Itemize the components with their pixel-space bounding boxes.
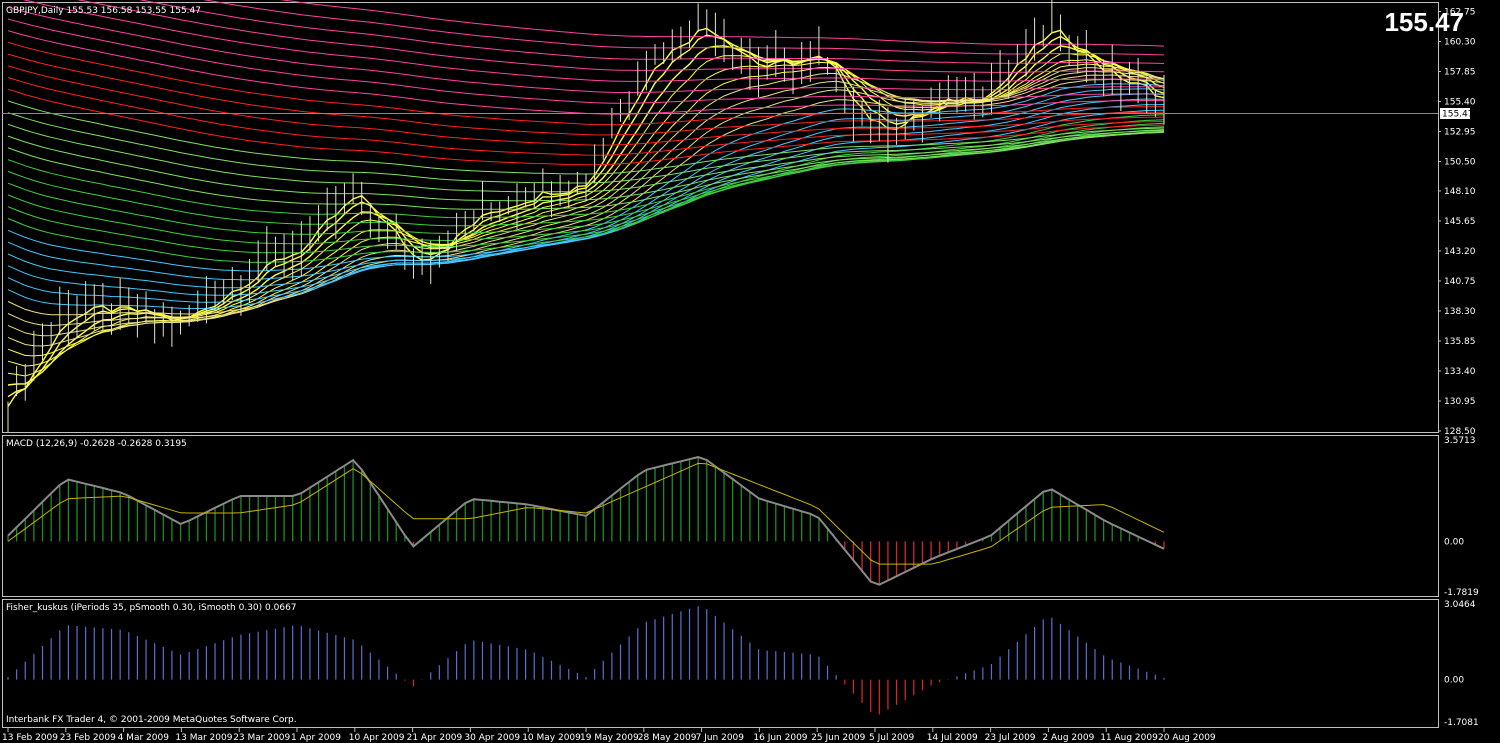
date-tick-label: 23 Mar 2009 xyxy=(233,733,290,743)
price-tick-label: 133.40 xyxy=(1444,367,1476,377)
date-tick-label: 14 Jul 2009 xyxy=(927,733,978,743)
indicator-tick-label: 0.00 xyxy=(1444,676,1464,686)
indicator-tick-label: 3.0464 xyxy=(1444,600,1476,610)
trading-chart[interactable]: 162.75160.30157.85155.40152.95150.50148.… xyxy=(0,0,1500,743)
price-tick-label: 143.20 xyxy=(1444,247,1476,257)
price-tick-label: 155.40 xyxy=(1444,98,1476,108)
date-tick-label: 13 Mar 2009 xyxy=(175,733,232,743)
date-tick-label: 11 Aug 2009 xyxy=(1100,733,1158,743)
date-tick-label: 1 Apr 2009 xyxy=(291,733,341,743)
date-tick-label: 5 Jul 2009 xyxy=(869,733,914,743)
indicator-tick-label: -1.7819 xyxy=(1444,588,1479,598)
indicator-tick-label: 0.00 xyxy=(1444,537,1464,547)
fisher-title: Fisher_kuskus (iPeriods 35, pSmooth 0.30… xyxy=(6,603,297,613)
price-tick-label: 160.30 xyxy=(1444,38,1476,48)
date-tick-label: 25 Jun 2009 xyxy=(811,733,865,743)
price-tick-label: 152.95 xyxy=(1444,128,1476,138)
price-tick-label: 150.50 xyxy=(1444,158,1476,168)
price-tick-label: 135.85 xyxy=(1444,337,1476,347)
date-tick-label: 10 May 2009 xyxy=(522,733,581,743)
price-tick-label: 145.65 xyxy=(1444,217,1476,227)
current-price-tag: 155.47 xyxy=(1440,108,1474,120)
indicator-tick-label: 3.5713 xyxy=(1444,436,1476,446)
last-price-display: 155.47 xyxy=(1384,7,1464,37)
price-tick-label: 157.85 xyxy=(1444,68,1476,78)
price-tick-label: 138.30 xyxy=(1444,307,1476,317)
date-tick-label: 19 May 2009 xyxy=(580,733,639,743)
date-tick-label: 7 Jun 2009 xyxy=(696,733,745,743)
date-tick-label: 2 Aug 2009 xyxy=(1042,733,1094,743)
date-tick-label: 21 Apr 2009 xyxy=(407,733,463,743)
date-tick-label: 30 Apr 2009 xyxy=(464,733,520,743)
date-tick-label: 23 Jul 2009 xyxy=(985,733,1036,743)
date-tick-label: 13 Feb 2009 xyxy=(2,733,58,743)
date-tick-label: 20 Aug 2009 xyxy=(1158,733,1216,743)
current-price-tag-label: 155.47 xyxy=(1442,110,1474,120)
date-tick-label: 16 Jun 2009 xyxy=(753,733,807,743)
date-tick-label: 28 May 2009 xyxy=(638,733,697,743)
price-tick-label: 148.10 xyxy=(1444,187,1476,197)
date-tick-label: 10 Apr 2009 xyxy=(349,733,405,743)
date-tick-label: 4 Mar 2009 xyxy=(118,733,170,743)
footer-copyright: Interbank FX Trader 4, © 2001-2009 MetaQ… xyxy=(6,715,297,725)
indicator-tick-label: -1.7081 xyxy=(1444,718,1479,728)
price-tick-label: 130.95 xyxy=(1444,397,1476,407)
price-tick-label: 140.75 xyxy=(1444,277,1476,287)
price-title: GBPJPY,Daily 155.53 156.58 153.55 155.47 xyxy=(6,6,201,16)
macd-title: MACD (12,26,9) -0.2628 -0.2628 0.3195 xyxy=(6,439,187,449)
date-tick-label: 23 Feb 2009 xyxy=(60,733,116,743)
